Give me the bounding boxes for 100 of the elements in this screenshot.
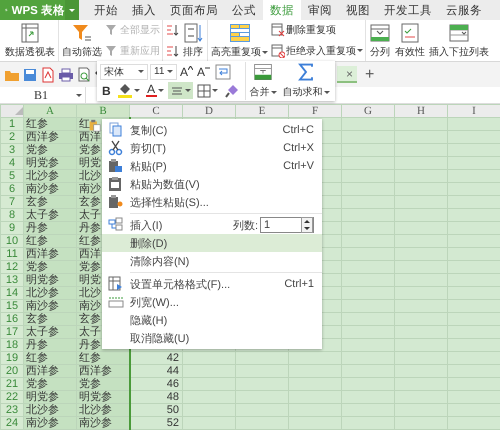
table-cell-text: 西洋参: [25, 131, 59, 143]
table-cell-text: 北沙: [78, 287, 101, 299]
ribbon-tab[interactable]: 审阅: [301, 0, 339, 20]
toolbar-button[interactable]: [21, 66, 39, 82]
dropdown-button[interactable]: [65, 0, 79, 20]
format-button[interactable]: [168, 82, 193, 99]
toolbar-button[interactable]: [57, 66, 75, 82]
ribbon-tab[interactable]: 开始: [87, 0, 125, 20]
column-header[interactable]: H: [394, 104, 448, 118]
column-header[interactable]: E: [236, 104, 288, 118]
menu-item[interactable]: 插入(I) 列数: 1: [102, 216, 322, 234]
table-cell-text: 红参: [25, 352, 48, 364]
menu-item[interactable]: 剪切(T) Ctrl+X: [102, 139, 322, 157]
sort-descending-button[interactable]: [165, 44, 179, 58]
table-cell-text: 红参: [78, 352, 101, 364]
new-tab-button[interactable]: +: [365, 66, 374, 84]
autosum-button[interactable]: 自动求和: [280, 62, 332, 100]
ribbon-button[interactable]: 自动筛选: [61, 20, 103, 61]
ribbon-button[interactable]: 分列: [368, 20, 392, 61]
caret-icon: [212, 89, 218, 92]
sort-icon: [165, 23, 179, 38]
sum-icon: [297, 63, 316, 81]
table-cell-text: 明党参: [25, 157, 59, 169]
pdf-document-icon: [40, 66, 56, 82]
menu-item[interactable]: 复制(C) Ctrl+C: [102, 121, 322, 139]
table-cell-text: 明党参: [78, 391, 112, 403]
table-cell-text: 丹参: [25, 339, 48, 351]
table-cell-text: 北沙参: [25, 170, 59, 182]
ribbon-tab[interactable]: 开发工具: [377, 0, 439, 20]
menu-item[interactable]: 列宽(W)...: [102, 293, 322, 311]
document-tab[interactable]: ×: [337, 66, 357, 83]
table-cell-text: 太子: [78, 326, 101, 338]
ribbon-button[interactable]: 排序: [181, 20, 205, 61]
ribbon-button[interactable]: 高亮重复项: [210, 20, 269, 61]
table-cell-text: 明党: [78, 274, 101, 286]
table-cell-text: 西洋: [78, 248, 101, 260]
merge-button[interactable]: 合并: [248, 62, 279, 100]
ribbon-button[interactable]: 删除重复项: [271, 23, 363, 38]
table-delete-icon: [271, 23, 285, 38]
format-button[interactable]: B: [100, 82, 113, 99]
ribbon-button[interactable]: 数据透视表: [4, 20, 56, 61]
ribbon-button[interactable]: 插入下拉列表: [428, 20, 490, 61]
number-field[interactable]: 1: [260, 217, 314, 233]
menu-item[interactable]: 清除内容(N): [102, 252, 322, 270]
sort-ascending-button[interactable]: [165, 23, 179, 38]
column-header[interactable]: F: [288, 104, 342, 118]
font-dropdown[interactable]: 宋体: [100, 64, 148, 80]
menu-item[interactable]: 隐藏(H): [102, 311, 322, 329]
table-cell-text: 明党: [78, 157, 101, 169]
table-cell-text: 明党参: [25, 274, 59, 286]
funnel-icon: [105, 23, 119, 38]
column-header[interactable]: D: [182, 104, 236, 118]
ribbon-tab[interactable]: 插入: [125, 0, 163, 20]
menu-item[interactable]: 选择性粘贴(S)...: [102, 193, 322, 211]
table-cell-text: 党参: [25, 144, 48, 156]
caret-icon: [158, 89, 164, 92]
table-cell-text: 南沙参: [25, 300, 59, 312]
format-painter-icon: [224, 82, 240, 98]
name-box[interactable]: B1: [0, 87, 86, 103]
close-button[interactable]: ×: [346, 66, 353, 80]
ribbon-tab[interactable]: 云服务: [439, 0, 489, 20]
fill-color-icon: [116, 82, 133, 98]
table-cell-text: 党参: [25, 378, 48, 390]
column-header[interactable]: C: [130, 104, 182, 118]
shrink-font-button[interactable]: A: [196, 64, 212, 78]
table-cell-text: 南沙参: [25, 183, 59, 195]
format-button[interactable]: A: [144, 82, 166, 99]
menu-item[interactable]: 粘贴(P) Ctrl+V: [102, 157, 322, 175]
scissors-icon: [108, 140, 124, 156]
column-header[interactable]: I: [448, 104, 500, 118]
table-cell-text: 党参: [78, 144, 101, 156]
ribbon-tab[interactable]: 视图: [339, 0, 377, 20]
menu-item[interactable]: 取消隐藏(U): [102, 329, 322, 347]
table-cell-text: 玄参: [25, 313, 48, 325]
plus-mark-icon: [188, 66, 194, 70]
caret-icon: [76, 94, 82, 96]
menu-item[interactable]: 删除(D): [102, 234, 322, 252]
ribbon-button[interactable]: 有效性: [394, 20, 426, 61]
menu-item[interactable]: 设置单元格格式(F)... Ctrl+1: [102, 275, 322, 293]
wrap-text-button[interactable]: [213, 63, 234, 80]
shortcut-label: Ctrl+1: [284, 278, 314, 290]
caret-icon: [324, 90, 330, 94]
column-header[interactable]: G: [342, 104, 394, 118]
funnel-icon: [105, 44, 119, 58]
insert-cells-icon: [108, 217, 124, 233]
table-cell-text: 玄参: [78, 313, 101, 325]
ribbon-tab[interactable]: 公式: [225, 0, 263, 20]
table-cell-text: 南沙参: [78, 417, 112, 429]
font-size-dropdown[interactable]: 11: [150, 64, 177, 80]
table-cell-text: 44: [166, 365, 179, 377]
grow-font-button[interactable]: A: [179, 64, 194, 78]
table-cell-text: 50: [166, 404, 179, 416]
format-button[interactable]: [194, 82, 220, 99]
caret-icon: [134, 89, 140, 92]
ribbon-tab[interactable]: 数据: [263, 0, 301, 20]
table-cell-text: 西洋参: [25, 248, 59, 260]
ribbon-tab[interactable]: 页面布局: [163, 0, 225, 20]
menu-item[interactable]: 粘贴为数值(V): [102, 175, 322, 193]
table-cell-text: 南沙: [78, 183, 101, 195]
ribbon-button[interactable]: 拒绝录入重复项: [271, 44, 363, 58]
